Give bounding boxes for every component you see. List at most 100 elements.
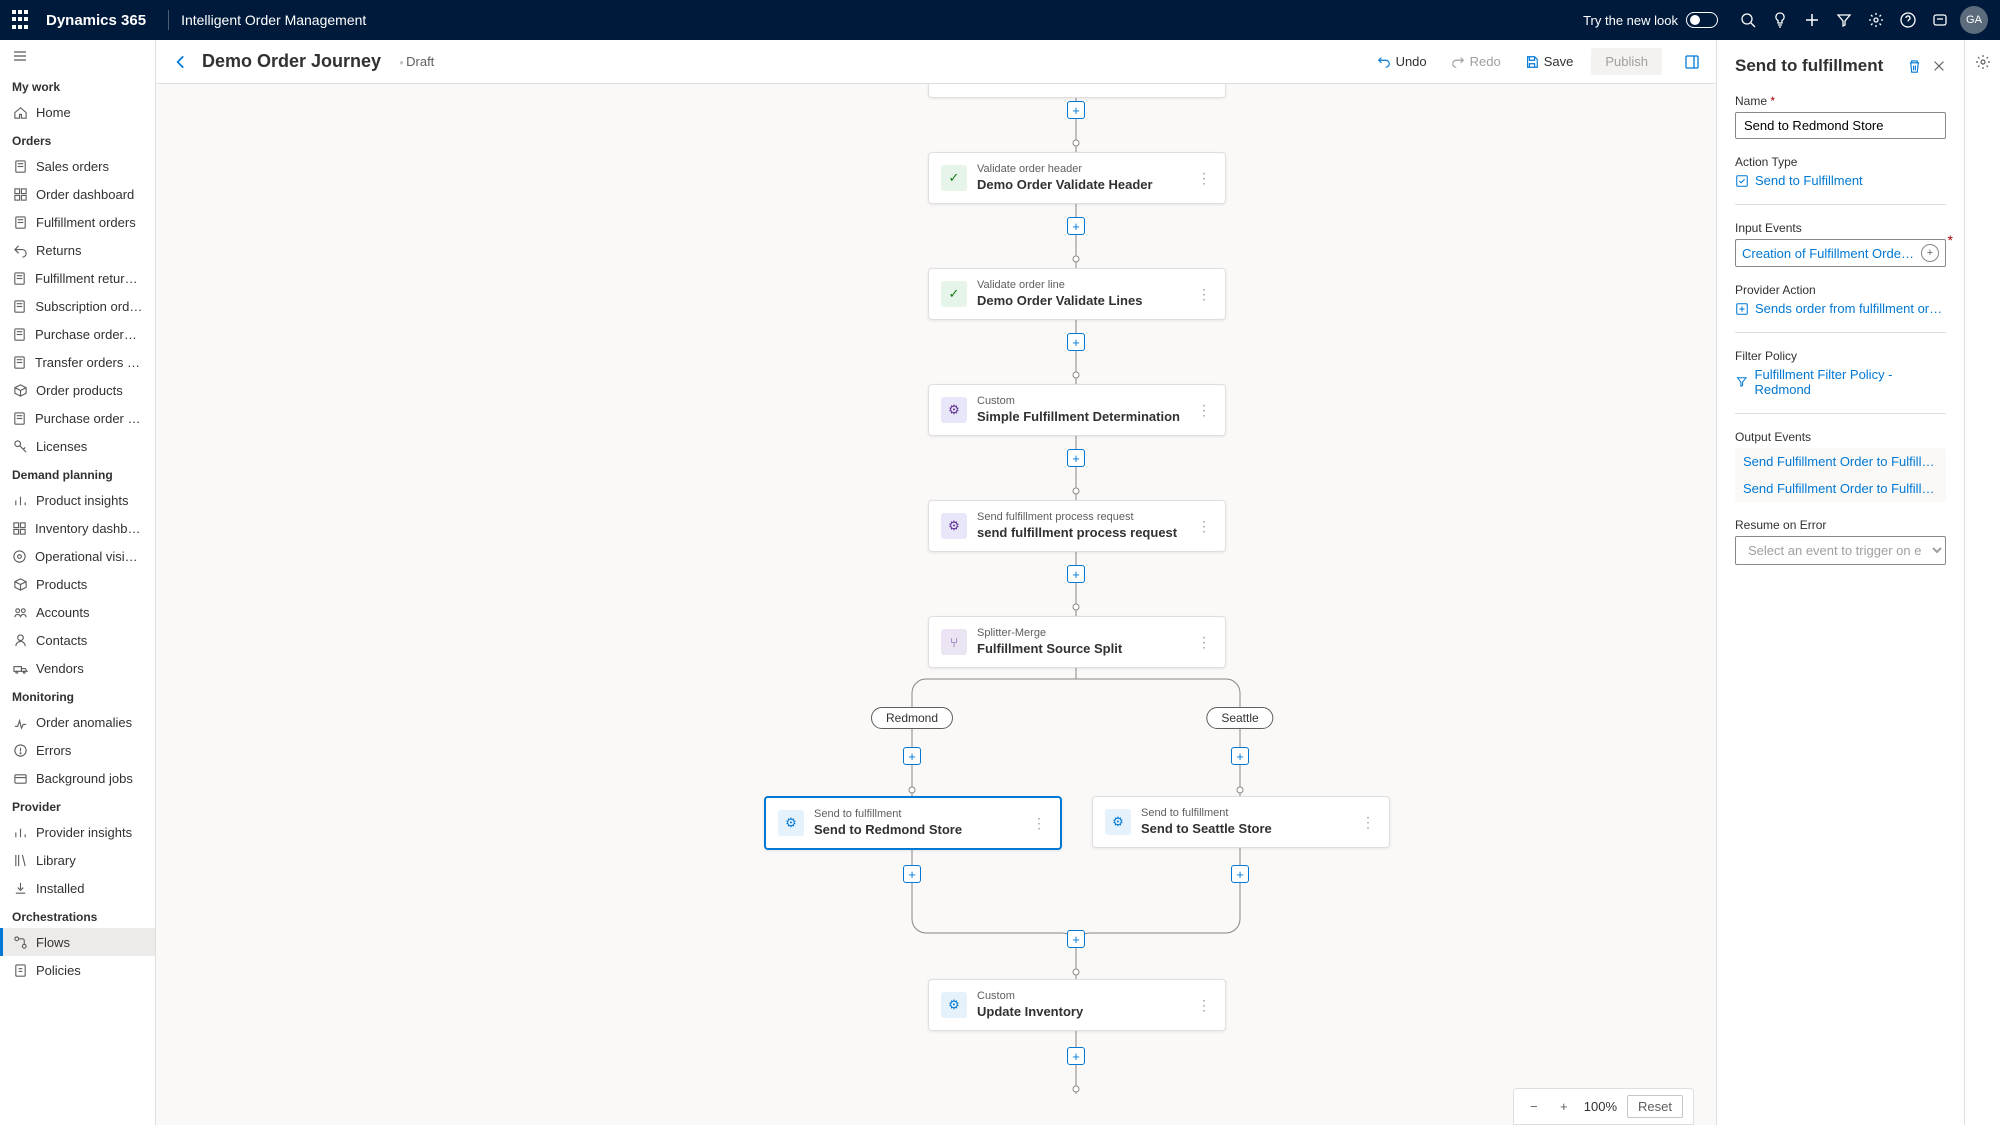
node-menu-icon[interactable]: ⋮ <box>1359 814 1377 831</box>
flow-node-n4[interactable]: ⚙Send fulfillment process requestsend fu… <box>928 500 1226 552</box>
name-input[interactable] <box>1735 112 1946 139</box>
add-step-icon[interactable]: + <box>1067 1047 1085 1065</box>
nav-item-returns[interactable]: Returns <box>0 236 155 264</box>
nav-item-order-anomalies[interactable]: Order anomalies <box>0 708 155 736</box>
nav-collapse-icon[interactable] <box>0 40 155 72</box>
try-new-look-toggle[interactable] <box>1686 12 1718 28</box>
lightbulb-icon[interactable] <box>1764 4 1796 36</box>
undo-button[interactable]: Undo <box>1371 50 1433 73</box>
node-type-icon: ✓ <box>941 281 967 307</box>
nav-item-label: Order products <box>36 383 123 398</box>
node-menu-icon[interactable]: ⋮ <box>1195 286 1213 303</box>
nav-item-licenses[interactable]: Licenses <box>0 432 155 460</box>
nav-item-transfer-orders-previ-[interactable]: Transfer orders (previ... <box>0 348 155 376</box>
user-avatar[interactable]: GA <box>1960 6 1988 34</box>
zoom-reset-button[interactable]: Reset <box>1627 1095 1683 1118</box>
nav-item-background-jobs[interactable]: Background jobs <box>0 764 155 792</box>
flow-node-n8[interactable]: ⚙CustomUpdate Inventory⋮ <box>928 979 1226 1031</box>
add-step-icon[interactable]: + <box>1067 333 1085 351</box>
delete-icon[interactable] <box>1907 59 1922 74</box>
flow-node-n5[interactable]: ⑂Splitter-MergeFulfillment Source Split⋮ <box>928 616 1226 668</box>
add-step-icon[interactable]: + <box>903 747 921 765</box>
back-icon[interactable] <box>172 53 190 71</box>
nav-item-fulfillment-return-or-[interactable]: Fulfillment return or... <box>0 264 155 292</box>
nav-item-inventory-dashboard[interactable]: Inventory dashboard <box>0 514 155 542</box>
help-icon[interactable] <box>1892 4 1924 36</box>
app-launcher-icon[interactable] <box>12 10 32 30</box>
close-icon[interactable] <box>1932 59 1946 73</box>
branch-label-redmond[interactable]: Redmond <box>871 707 953 729</box>
nav-item-order-dashboard[interactable]: Order dashboard <box>0 180 155 208</box>
nav-item-subscription-orders[interactable]: Subscription orders <box>0 292 155 320</box>
add-step-icon[interactable]: + <box>903 865 921 883</box>
node-type-label: Send to fulfillment <box>814 808 1020 822</box>
settings-rail-icon[interactable] <box>1971 50 1995 74</box>
nav-item-installed[interactable]: Installed <box>0 874 155 902</box>
node-menu-icon[interactable]: ⋮ <box>1195 170 1213 187</box>
nav-item-purchase-order-prod-[interactable]: Purchase order prod... <box>0 404 155 432</box>
add-step-icon[interactable]: + <box>1067 930 1085 948</box>
nav-item-purchase-orders-pre-[interactable]: Purchase orders (pre... <box>0 320 155 348</box>
add-step-icon[interactable]: + <box>1067 565 1085 583</box>
settings-icon[interactable] <box>1860 4 1892 36</box>
nav-item-flows[interactable]: Flows <box>0 928 155 956</box>
assistant-icon[interactable] <box>1924 4 1956 36</box>
resume-select[interactable]: Select an event to trigger on error <box>1735 536 1946 565</box>
filter-icon[interactable] <box>1828 4 1860 36</box>
nav-section-label: Provider <box>0 792 155 818</box>
node-menu-icon[interactable]: ⋮ <box>1195 634 1213 651</box>
search-icon[interactable] <box>1732 4 1764 36</box>
add-input-event-icon[interactable]: + <box>1921 244 1939 262</box>
nav-item-label: Provider insights <box>36 825 132 840</box>
nav-item-library[interactable]: Library <box>0 846 155 874</box>
save-button[interactable]: Save <box>1519 50 1580 73</box>
node-menu-icon[interactable]: ⋮ <box>1195 402 1213 419</box>
publish-button: Publish <box>1591 48 1662 75</box>
node-menu-icon[interactable]: ⋮ <box>1195 997 1213 1014</box>
flow-node-n2[interactable]: ✓Validate order lineDemo Order Validate … <box>928 268 1226 320</box>
flow-node-n7[interactable]: ⚙Send to fulfillmentSend to Seattle Stor… <box>1092 796 1390 848</box>
nav-item-vendors[interactable]: Vendors <box>0 654 155 682</box>
flow-node-top-cropped[interactable] <box>928 84 1226 98</box>
nav-item-products[interactable]: Products <box>0 570 155 598</box>
branch-label-seattle[interactable]: Seattle <box>1206 707 1273 729</box>
nav-item-accounts[interactable]: Accounts <box>0 598 155 626</box>
panel-toggle-icon[interactable] <box>1684 54 1700 70</box>
nav-item-operational-visibility-[interactable]: Operational visibility ... <box>0 542 155 570</box>
nav-item-policies[interactable]: Policies <box>0 956 155 984</box>
nav-item-order-products[interactable]: Order products <box>0 376 155 404</box>
output-event-item[interactable]: Send Fulfillment Order to Fulfillment ..… <box>1735 475 1946 502</box>
dash-icon <box>12 186 28 202</box>
nav-item-home[interactable]: Home <box>0 98 155 126</box>
flow-node-n6[interactable]: ⚙Send to fulfillmentSend to Redmond Stor… <box>764 796 1062 850</box>
add-step-icon[interactable]: + <box>1231 865 1249 883</box>
node-name-label: send fulfillment process request <box>977 525 1185 541</box>
redo-button: Redo <box>1445 50 1507 73</box>
nav-item-contacts[interactable]: Contacts <box>0 626 155 654</box>
add-step-icon[interactable]: + <box>1231 747 1249 765</box>
filter-policy-link[interactable]: Fulfillment Filter Policy - Redmond <box>1735 367 1946 397</box>
zoom-in-button[interactable]: + <box>1554 1099 1574 1114</box>
nav-item-sales-orders[interactable]: Sales orders <box>0 152 155 180</box>
nav-item-fulfillment-orders[interactable]: Fulfillment orders <box>0 208 155 236</box>
provider-action-link[interactable]: Sends order from fulfillment order to de… <box>1735 301 1946 316</box>
add-icon[interactable] <box>1796 4 1828 36</box>
zoom-out-button[interactable]: − <box>1524 1099 1544 1114</box>
filter-policy-label: Filter Policy <box>1735 349 1946 363</box>
input-events-field[interactable]: * Creation of Fulfillment Order Succeed.… <box>1735 239 1946 267</box>
add-step-icon[interactable]: + <box>1067 449 1085 467</box>
flow-node-n1[interactable]: ✓Validate order headerDemo Order Validat… <box>928 152 1226 204</box>
nav-item-provider-insights[interactable]: Provider insights <box>0 818 155 846</box>
node-name-label: Demo Order Validate Lines <box>977 293 1185 309</box>
flow-canvas[interactable]: ✓Validate order headerDemo Order Validat… <box>156 84 1716 1125</box>
node-menu-icon[interactable]: ⋮ <box>1195 518 1213 535</box>
flow-node-n3[interactable]: ⚙CustomSimple Fulfillment Determination⋮ <box>928 384 1226 436</box>
properties-panel: Send to fulfillment Name * Action Type S… <box>1716 40 1964 1125</box>
add-step-icon[interactable]: + <box>1067 217 1085 235</box>
output-event-item[interactable]: Send Fulfillment Order to Fulfillment ..… <box>1735 448 1946 475</box>
node-menu-icon[interactable]: ⋮ <box>1030 815 1048 832</box>
nav-item-errors[interactable]: Errors <box>0 736 155 764</box>
add-step-icon[interactable]: + <box>1067 101 1085 119</box>
action-type-link[interactable]: Send to Fulfillment <box>1735 173 1946 188</box>
nav-item-product-insights[interactable]: Product insights <box>0 486 155 514</box>
